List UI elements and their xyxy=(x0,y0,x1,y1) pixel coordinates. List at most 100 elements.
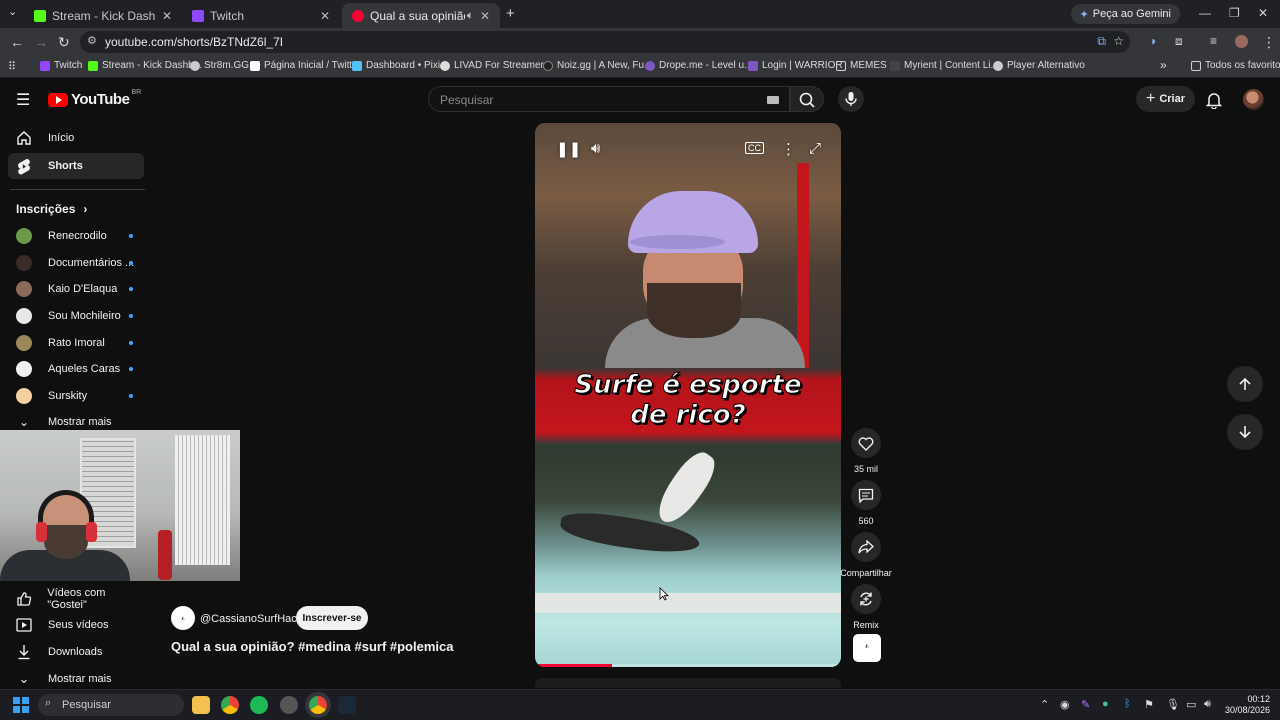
sidebar-item-downloads[interactable]: Downloads xyxy=(8,639,144,665)
tab-kick[interactable]: Stream - Kick Dashboard ✕ xyxy=(24,3,182,28)
fullscreen-icon[interactable]: ⤢ xyxy=(809,140,821,157)
next-short-button[interactable] xyxy=(1227,414,1263,450)
close-icon[interactable]: ✕ xyxy=(480,9,490,23)
more-bookmarks-icon[interactable]: » xyxy=(1160,58,1167,72)
install-app-icon[interactable]: ⧉ xyxy=(1097,34,1106,49)
media-icon[interactable]: ≡ xyxy=(1210,34,1217,48)
tab-youtube[interactable]: Qual a sua opinião? #medi 🔈︎ ✕ xyxy=(342,3,500,28)
sound-thumbnail[interactable]: ◭ xyxy=(853,634,881,662)
bookmark-livad[interactable]: LIVAD For Streamer... xyxy=(440,60,552,71)
subscription-documentarios[interactable]: Documentários ... xyxy=(16,255,134,271)
bluetooth-icon[interactable]: ᛒ xyxy=(1124,698,1131,710)
gemini-button[interactable]: ✦ Peça ao Gemini xyxy=(1070,4,1180,24)
reload-icon[interactable]: ↻ xyxy=(58,34,70,51)
bookmark-twitch[interactable]: Twitch xyxy=(40,60,82,71)
subscription-sou-mochileiro[interactable]: Sou Mochileiro xyxy=(16,308,133,324)
menu-icon[interactable]: ⋮ xyxy=(1262,34,1276,51)
previous-short-button[interactable] xyxy=(1227,366,1263,402)
microphone-tray-icon[interactable]: 🎙︎ xyxy=(1166,698,1180,711)
voice-search-button[interactable] xyxy=(838,86,864,112)
next-short-preview[interactable] xyxy=(535,678,841,688)
extension-icon[interactable]: ◗ xyxy=(1150,34,1157,48)
create-button[interactable]: + Criar xyxy=(1136,86,1195,112)
remix-button[interactable]: Remix xyxy=(851,584,881,630)
shorts-video-player[interactable]: Surfe é esporte de rico? ❚❚ 🔊︎ CC ⋮ ⤢ xyxy=(535,123,841,667)
bookmark-twitter[interactable]: Página Inicial / Twitter xyxy=(250,60,361,71)
bookmark-noiz[interactable]: Noiz.gg | A New, Fu... xyxy=(543,60,652,71)
app-tray-icon[interactable]: ● xyxy=(1102,698,1109,710)
close-icon[interactable]: ✕ xyxy=(320,9,330,23)
comments-button[interactable]: 560 xyxy=(851,480,881,526)
chrome-icon[interactable] xyxy=(221,696,239,714)
like-button[interactable]: 35 mil xyxy=(851,428,881,474)
subscription-surskity[interactable]: Surskity xyxy=(16,388,133,404)
taskbar-clock[interactable]: 00:12 30/08/2026 xyxy=(1222,694,1270,716)
account-avatar[interactable] xyxy=(1243,89,1264,110)
hamburger-menu-icon[interactable]: ☰ xyxy=(16,90,30,110)
steam-icon[interactable] xyxy=(338,696,356,714)
subscriptions-header[interactable]: Inscrições › xyxy=(16,202,87,216)
file-explorer-icon[interactable] xyxy=(192,696,210,714)
obs-icon[interactable] xyxy=(280,696,298,714)
bookmark-star-icon[interactable]: ☆ xyxy=(1113,34,1124,48)
bookmark-str8m[interactable]: Str8m.GG xyxy=(190,60,249,71)
all-bookmarks[interactable]: Todos os favoritos xyxy=(1191,60,1280,71)
bookmark-pixie[interactable]: Dashboard • Pixie xyxy=(352,60,446,71)
sidebar-item-your-videos[interactable]: Seus vídeos xyxy=(8,612,144,638)
sidebar-item-home[interactable]: Início xyxy=(8,125,144,151)
subscription-rato-imoral[interactable]: Rato Imoral xyxy=(16,335,133,351)
tray-expand-icon[interactable]: ⌃ xyxy=(1040,698,1049,711)
video-title[interactable]: Qual a sua opinião? #medina #surf #polem… xyxy=(171,639,453,654)
restore-icon[interactable]: ❐ xyxy=(1229,6,1240,20)
bookmark-drope[interactable]: Drope.me - Level u... xyxy=(645,60,752,71)
pause-icon[interactable]: ❚❚ xyxy=(556,140,581,158)
pen-tray-icon[interactable]: ✎ xyxy=(1081,698,1090,711)
notifications-bell-icon[interactable] xyxy=(1206,91,1222,109)
volume-tray-icon[interactable]: 🔊︎ xyxy=(1204,698,1211,711)
puzzle-icon[interactable]: ⧈ xyxy=(1175,34,1183,49)
subscriptions-show-more[interactable]: ⌄ Mostrar mais xyxy=(16,415,112,429)
tab-search-icon[interactable]: ⌄ xyxy=(8,5,17,18)
speaker-icon[interactable]: 🔈︎ xyxy=(467,8,474,23)
search-input[interactable]: Pesquisar xyxy=(428,86,790,112)
volume-icon[interactable]: 🔊︎ xyxy=(591,140,600,157)
share-button[interactable]: Compartilhar xyxy=(840,532,892,578)
spotify-icon[interactable] xyxy=(250,696,268,714)
bookmark-player[interactable]: Player Alternativo xyxy=(993,60,1085,71)
captions-icon[interactable]: CC xyxy=(745,142,764,154)
network-tray-icon[interactable]: ⚑ xyxy=(1144,698,1154,711)
profile-avatar[interactable] xyxy=(1235,35,1248,48)
taskbar-search[interactable]: ⌕ Pesquisar xyxy=(38,694,184,716)
subscribe-button[interactable]: Inscrever-se xyxy=(296,606,368,630)
channel-name[interactable]: @CassianoSurfHacks xyxy=(200,613,308,625)
subscription-aqueles-caras[interactable]: Aqueles Caras xyxy=(16,361,133,377)
chrome-active-icon[interactable] xyxy=(309,696,327,714)
sidebar-item-liked-videos[interactable]: Vídeos com "Gostei" xyxy=(8,586,144,612)
site-info-icon[interactable]: ⚙︎ xyxy=(87,34,97,47)
windows-start-icon[interactable] xyxy=(13,697,29,713)
close-icon[interactable]: ✕ xyxy=(162,9,172,23)
more-options-icon[interactable]: ⋮ xyxy=(781,140,796,158)
bookmark-myrient[interactable]: Myrient | Content Li... xyxy=(890,60,999,71)
subscription-renecrodilo[interactable]: Renecrodilo xyxy=(16,228,133,244)
bookmark-kick[interactable]: Stream - Kick Dashb... xyxy=(88,60,202,71)
search-button[interactable] xyxy=(790,86,824,112)
apps-icon[interactable]: ⠿ xyxy=(8,60,16,73)
youtube-logo[interactable]: YouTube BR xyxy=(48,89,141,108)
sidebar-item-shorts[interactable]: Shorts xyxy=(8,153,144,179)
bookmark-memes[interactable]: MEMES xyxy=(836,60,887,71)
minimize-icon[interactable]: — xyxy=(1199,6,1211,20)
bookmark-warrior[interactable]: Login | WARRIOR xyxy=(748,60,843,71)
steam-tray-icon[interactable]: ◉ xyxy=(1060,698,1070,711)
close-window-icon[interactable]: ✕ xyxy=(1258,6,1268,20)
back-icon[interactable]: ← xyxy=(10,34,24,50)
new-tab-icon[interactable]: + xyxy=(506,5,515,22)
channel-avatar[interactable]: ◭ xyxy=(171,606,195,630)
subscription-kaio[interactable]: Kaio D'Elaqua xyxy=(16,281,133,297)
keyboard-icon[interactable] xyxy=(767,96,779,104)
tab-twitch[interactable]: Twitch ✕ xyxy=(182,3,340,28)
video-progress-bar[interactable] xyxy=(535,664,841,667)
display-tray-icon[interactable]: ▭ xyxy=(1186,698,1196,711)
address-bar[interactable]: ⚙︎ youtube.com/shorts/BzTNdZ6l_7I ⧉ ☆ xyxy=(80,31,1130,53)
forward-icon[interactable]: → xyxy=(34,34,48,50)
